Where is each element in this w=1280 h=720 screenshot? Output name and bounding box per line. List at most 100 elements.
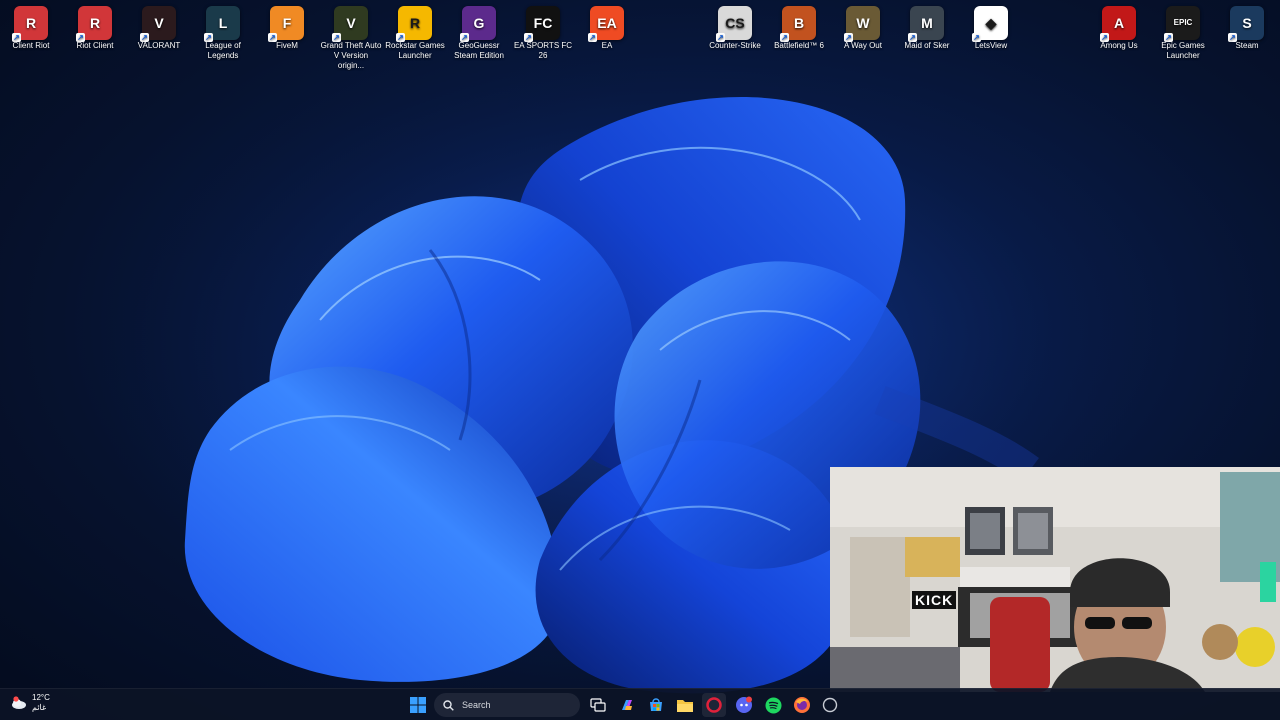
shortcut-arrow-icon: ↗ [908, 33, 917, 42]
desktop-shortcut-label: VALORANT [137, 41, 181, 50]
overflow-button[interactable] [818, 693, 842, 717]
shortcut-arrow-icon: ↗ [1100, 33, 1109, 42]
desktop-shortcut-label: FiveM [276, 41, 298, 50]
desktop-shortcut-label: GeoGuessr Steam Edition [454, 41, 504, 60]
shortcut-arrow-icon: ↗ [396, 33, 405, 42]
desktop-shortcut[interactable]: EPIC ↗ Epic Games Launcher [1152, 4, 1214, 61]
weather-icon [12, 696, 26, 709]
shortcut-arrow-icon: ↗ [1228, 33, 1237, 42]
desktop-shortcut-label: Epic Games Launcher [1161, 41, 1205, 60]
task-view-icon [590, 698, 606, 712]
desktop-shortcut[interactable]: CS ↗ Counter-Strike [704, 4, 766, 51]
league-of-legends-icon: L ↗ [204, 6, 240, 42]
webcam-overlay: KICK [830, 467, 1280, 692]
shortcut-arrow-icon: ↗ [524, 33, 533, 42]
desktop-shortcut[interactable]: R ↗ Rockstar Games Launcher [384, 4, 446, 61]
desktop-shortcut[interactable]: L ↗ League of Legends [192, 4, 254, 61]
start-button[interactable] [406, 693, 430, 717]
desktop-shortcut[interactable]: B ↗ Battlefield™ 6 [768, 4, 830, 51]
start-icon [410, 697, 426, 713]
ea-icon: EA ↗ [588, 6, 624, 42]
file-explorer-icon [677, 699, 693, 712]
desktop-shortcut[interactable]: EA ↗ EA [576, 4, 638, 51]
copilot-button[interactable] [615, 693, 639, 717]
opera-gx-button[interactable] [702, 693, 726, 717]
shortcut-arrow-icon: ↗ [140, 33, 149, 42]
desktop-shortcut[interactable]: A ↗ Among Us [1088, 4, 1150, 51]
shortcut-arrow-icon: ↗ [204, 33, 213, 42]
fivem-icon: F ↗ [268, 6, 304, 42]
desktop-shortcut[interactable]: R ↗ Riot Client [64, 4, 126, 51]
desktop-shortcut[interactable]: R ↗ Client Riot [0, 4, 62, 51]
desktop-shortcut[interactable]: V ↗ Grand Theft Auto V Version origin... [320, 4, 382, 71]
overflow-icon [822, 697, 838, 713]
file-explorer-button[interactable] [673, 693, 697, 717]
firefox-icon [794, 697, 810, 713]
desktop-shortcut[interactable]: G ↗ GeoGuessr Steam Edition [448, 4, 510, 61]
microsoft-store-icon [650, 698, 662, 711]
riot-client-icon: R ↗ [76, 6, 112, 42]
desktop-shortcut[interactable]: S ↗ Steam [1216, 4, 1278, 51]
shortcut-arrow-icon: ↗ [780, 33, 789, 42]
letsview-icon: ◆ ↗ [972, 6, 1008, 42]
epic-games-icon: EPIC ↗ [1164, 6, 1200, 42]
discord-button[interactable] [732, 693, 756, 717]
taskbar: 12°C غائم Search [0, 688, 1280, 720]
weather-widget[interactable]: 12°C غائم [10, 693, 50, 713]
geoguessr-icon: G ↗ [460, 6, 496, 42]
shortcut-arrow-icon: ↗ [460, 33, 469, 42]
task-view-button[interactable] [586, 693, 610, 717]
weather-temp: 12°C [32, 693, 50, 702]
shortcut-arrow-icon: ↗ [588, 33, 597, 42]
desktop-shortcut[interactable]: FC ↗ EA SPORTS FC 26 [512, 4, 574, 61]
desktop-shortcut[interactable]: M ↗ Maid of Sker [896, 4, 958, 51]
spotify-icon [765, 697, 781, 713]
steam-icon: S ↗ [1228, 6, 1264, 42]
valorant-icon: V ↗ [140, 6, 176, 42]
desktop-shortcut-label: LetsView [974, 41, 1008, 50]
desktop-shortcut-label: Counter-Strike [709, 41, 761, 50]
desktop-shortcut-label: EA [601, 41, 613, 50]
shortcut-arrow-icon: ↗ [1164, 33, 1173, 42]
shortcut-arrow-icon: ↗ [76, 33, 85, 42]
desktop-shortcut-label: A Way Out [844, 41, 882, 50]
firefox-button[interactable] [790, 693, 814, 717]
maid-of-sker-icon: M ↗ [908, 6, 944, 42]
ea-fc26-icon: FC ↗ [524, 6, 560, 42]
webcam-sign-text: KICK [912, 591, 957, 609]
desktop-shortcut-label: Grand Theft Auto V Version origin... [320, 41, 382, 70]
desktop-shortcut-label: Client Riot [12, 41, 50, 50]
desktop-shortcut-label: Steam [1235, 41, 1259, 50]
desktop-shortcut[interactable]: V ↗ VALORANT [128, 4, 190, 51]
search-icon [443, 699, 454, 711]
shortcut-arrow-icon: ↗ [12, 33, 21, 42]
shortcut-arrow-icon: ↗ [268, 33, 277, 42]
desktop-shortcut[interactable]: F ↗ FiveM [256, 4, 318, 51]
rockstar-icon: R ↗ [396, 6, 432, 42]
riot-client-icon: R ↗ [12, 6, 48, 42]
shortcut-arrow-icon: ↗ [844, 33, 853, 42]
desktop-shortcut[interactable]: W ↗ A Way Out [832, 4, 894, 51]
gta-v-icon: V ↗ [332, 6, 368, 42]
desktop-shortcut-label: Battlefield™ 6 [774, 41, 824, 50]
desktop-shortcut-label: Maid of Sker [904, 41, 950, 50]
weather-condition: غائم [32, 703, 47, 712]
search-label: Search [462, 700, 491, 710]
microsoft-store-button[interactable] [644, 693, 668, 717]
opera-gx-icon [706, 697, 722, 713]
desktop-shortcut-label: Riot Client [76, 41, 114, 50]
shortcut-arrow-icon: ↗ [716, 33, 725, 42]
copilot-icon [622, 700, 632, 710]
battlefield-icon: B ↗ [780, 6, 816, 42]
shortcut-arrow-icon: ↗ [972, 33, 981, 42]
counter-strike-icon: CS ↗ [716, 6, 752, 42]
shortcut-arrow-icon: ↗ [332, 33, 341, 42]
desktop-shortcut[interactable]: ◆ ↗ LetsView [960, 4, 1022, 51]
desktop-shortcut-label: League of Legends [205, 41, 241, 60]
taskbar-search-box[interactable]: Search [434, 693, 580, 717]
spotify-button[interactable] [761, 693, 785, 717]
desktop-shortcut-label: Rockstar Games Launcher [385, 41, 445, 60]
desktop-shortcut-label: Among Us [1100, 41, 1138, 50]
among-us-icon: A ↗ [1100, 6, 1136, 42]
a-way-out-icon: W ↗ [844, 6, 880, 42]
